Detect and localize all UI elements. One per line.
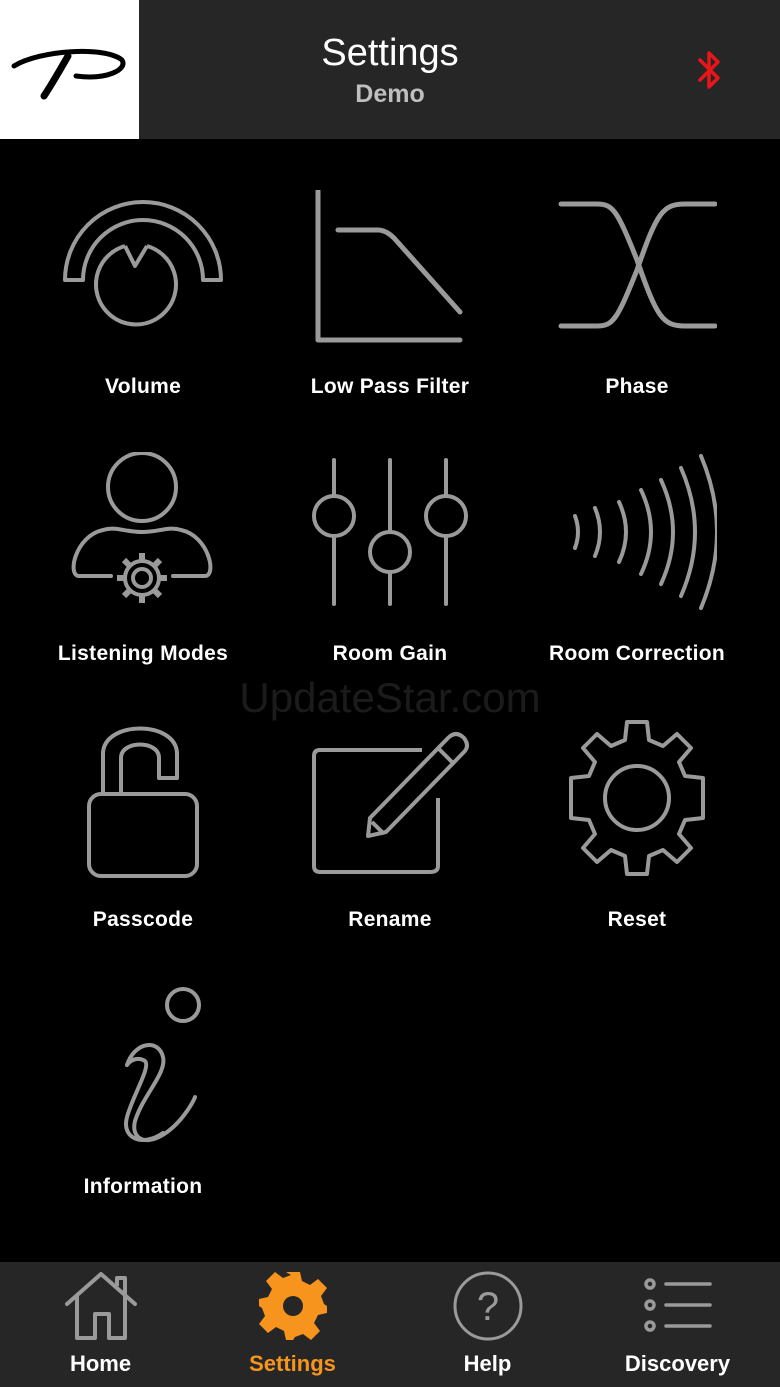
tile-volume[interactable]: Volume (19, 190, 267, 450)
tab-home[interactable]: Home (3, 1262, 198, 1387)
tile-room-correction[interactable]: Room Correction (513, 452, 761, 712)
svg-text:?: ? (477, 1285, 499, 1329)
gear-icon (259, 1272, 327, 1340)
tile-passcode[interactable]: Passcode (19, 718, 267, 978)
tab-label: Discovery (624, 1351, 731, 1376)
low-pass-filter-icon (315, 190, 463, 343)
tile-label: Passcode (92, 908, 194, 931)
tile-label: Listening Modes (57, 642, 229, 665)
tile-reset[interactable]: Reset (513, 718, 761, 978)
tile-room-gain[interactable]: Room Gain (266, 452, 514, 712)
bluetooth-icon[interactable] (692, 48, 728, 92)
tile-information[interactable]: Information (19, 985, 267, 1245)
tile-label: Volume (104, 375, 182, 398)
unlocked-padlock-icon (87, 726, 199, 878)
information-icon (124, 987, 201, 1143)
sound-waves-icon (573, 454, 717, 610)
tab-settings[interactable]: Settings (195, 1262, 390, 1387)
tile-label: Room Correction (548, 642, 725, 665)
tile-low-pass-filter[interactable]: Low Pass Filter (266, 190, 514, 450)
tile-label: Rename (348, 908, 432, 931)
tab-label: Help (463, 1351, 512, 1376)
tab-label: Settings (249, 1351, 336, 1376)
help-icon: ? (453, 1271, 523, 1341)
tab-discovery[interactable]: Discovery (580, 1262, 775, 1387)
phase-icon (558, 201, 717, 329)
tile-rename[interactable]: Rename (266, 718, 514, 978)
tab-bar: Home Settings ? Help Discovery (0, 1262, 780, 1387)
edit-pencil-icon (312, 732, 469, 874)
list-icon (644, 1278, 712, 1332)
tab-label: Home (69, 1351, 132, 1376)
tile-label: Low Pass Filter (310, 375, 470, 398)
tile-label: Reset (607, 908, 667, 931)
tile-label: Information (83, 1175, 203, 1198)
gear-icon (569, 720, 705, 876)
tile-label: Phase (605, 375, 669, 398)
tile-label: Room Gain (332, 642, 448, 665)
home-icon (65, 1272, 137, 1340)
page-title: Settings (321, 32, 459, 74)
volume-knob-icon (63, 200, 223, 327)
device-name: Demo (355, 80, 425, 108)
tile-listening-modes[interactable]: Listening Modes (19, 452, 267, 712)
tile-phase[interactable]: Phase (513, 190, 761, 450)
user-gear-icon (71, 452, 213, 603)
watermark: UpdateStar.com (239, 674, 541, 721)
sliders-icon (312, 458, 468, 606)
header-bar: Settings Demo (0, 0, 780, 139)
tab-help[interactable]: ? Help (390, 1262, 585, 1387)
